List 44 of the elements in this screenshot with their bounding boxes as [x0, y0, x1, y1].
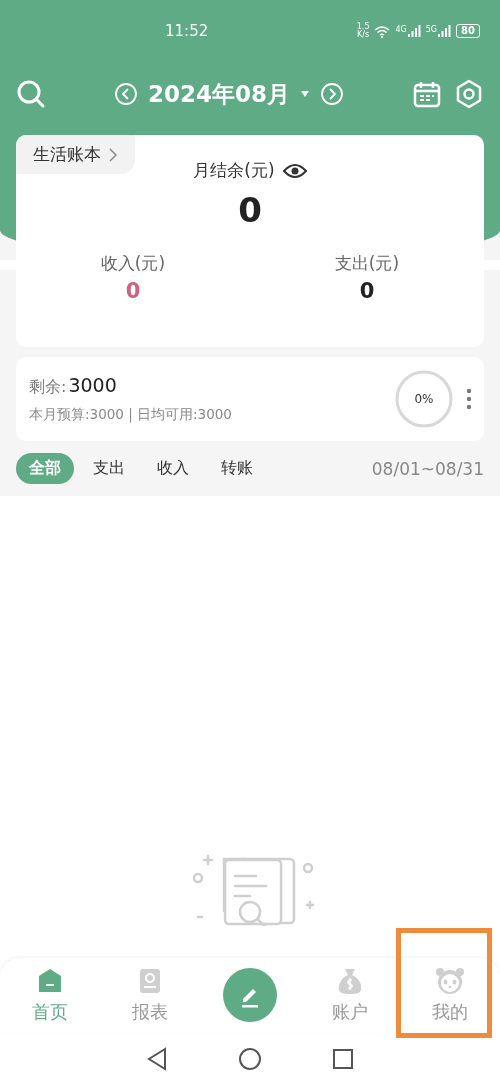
status-time: 11:52	[165, 22, 210, 40]
wifi-icon	[374, 24, 391, 38]
signal-icon	[437, 25, 452, 37]
filter-tab[interactable]: 转账	[208, 453, 266, 484]
next-month-icon[interactable]	[320, 82, 344, 106]
nav-tab[interactable]: 我的	[400, 962, 500, 1028]
settings-icon[interactable]	[454, 79, 484, 109]
nav-tab[interactable]: 报表	[100, 962, 200, 1028]
signal-icon	[406, 25, 421, 37]
back-icon[interactable]	[146, 1046, 168, 1071]
remaining-label: 剩余:	[29, 377, 67, 398]
network-label: 4G	[395, 25, 407, 34]
calendar-icon[interactable]	[412, 79, 442, 109]
budget-detail: 本月预算:3000 | 日均可用:3000	[29, 406, 233, 424]
chevron-right-icon	[109, 147, 117, 162]
speed-unit: K/s	[357, 31, 370, 39]
filter-tab[interactable]: 全部	[16, 453, 74, 484]
filter-tab[interactable]: 支出	[80, 453, 138, 484]
balance-label: 月结余(元)	[193, 159, 275, 182]
remaining-value: 3000	[68, 374, 117, 396]
income-label: 收入(元)	[100, 252, 166, 275]
previous-month-icon[interactable]	[114, 82, 138, 106]
eye-icon[interactable]	[282, 162, 307, 179]
battery-level: 80	[456, 24, 480, 38]
recents-icon[interactable]	[332, 1047, 354, 1070]
filter-tab[interactable]: 收入	[144, 453, 202, 484]
network-label: 5G	[425, 25, 438, 34]
speed-value: 1.5	[356, 23, 370, 31]
home-button-icon[interactable]	[238, 1046, 262, 1071]
month-selector[interactable]: 2024年08月	[148, 78, 290, 110]
expense-value: 0	[359, 279, 375, 303]
date-range: 08/01~08/31	[371, 458, 484, 479]
nav-tab[interactable]: 账户	[300, 962, 400, 1028]
dropdown-icon[interactable]	[300, 90, 310, 98]
income-value: 0	[125, 279, 141, 303]
more-icon[interactable]	[466, 388, 472, 410]
search-icon[interactable]	[16, 79, 46, 109]
book-selector[interactable]: 生活账本	[16, 135, 135, 174]
panda-icon	[434, 966, 466, 996]
expense-label: 支出(元)	[334, 252, 400, 275]
budget-percent: 0%	[414, 392, 434, 406]
compose-button[interactable]	[222, 967, 278, 1023]
balance-value: 0	[238, 190, 262, 230]
nav-tab[interactable]: 首页	[0, 962, 100, 1028]
